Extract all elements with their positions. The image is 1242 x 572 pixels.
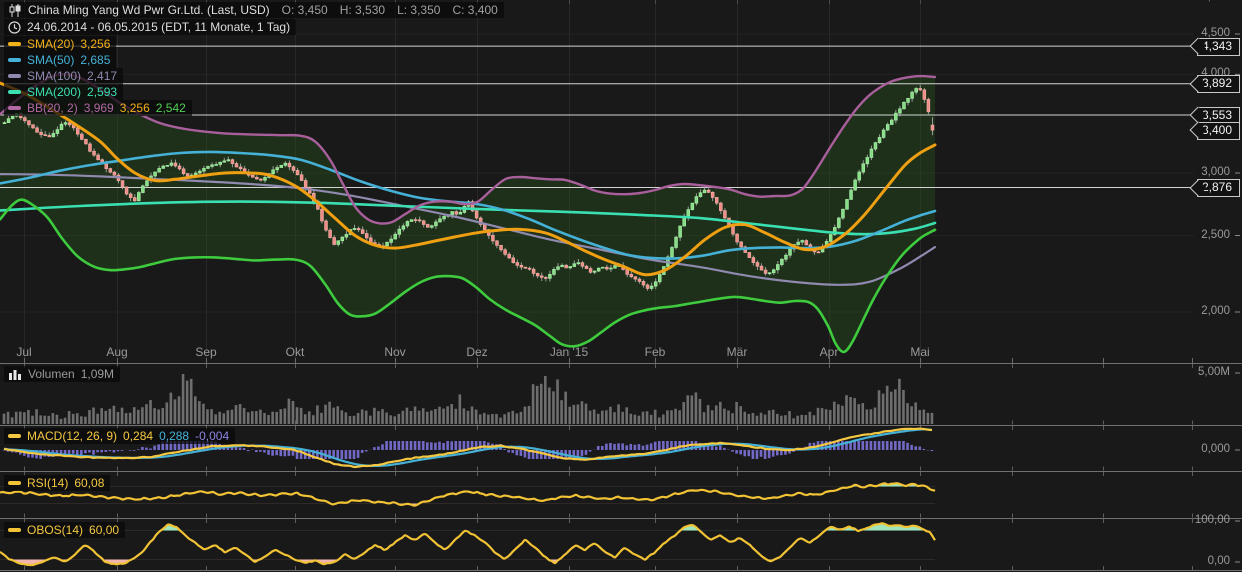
x-axis-label: Nov — [384, 345, 406, 359]
sma100-color-swatch — [8, 74, 21, 78]
x-axis-label: Feb — [644, 345, 666, 359]
bollinger-label: BB(20, 2) — [27, 101, 78, 115]
ohlc-open: O: 3,450 — [281, 3, 328, 17]
chart-canvas[interactable] — [0, 0, 1242, 572]
price-level-tag[interactable]: 3,892 — [1197, 75, 1241, 94]
x-axis-label: Jul — [16, 345, 32, 359]
volume-axis-label: 5,00M — [1198, 366, 1230, 378]
x-axis-label: Apr — [819, 345, 839, 359]
sma50-label: SMA(50) — [27, 53, 75, 67]
x-axis-label: Mai — [910, 345, 930, 359]
sma20-color-swatch — [8, 42, 21, 46]
y-axis-tick-label: 5,000 — [1146, 0, 1230, 3]
x-axis-label: Jan '15 — [549, 345, 589, 359]
macd-signal-value: 0,288 — [159, 429, 190, 443]
legend-rsi[interactable]: RSI(14) 60,08 — [4, 475, 111, 491]
rsi-value: 60,08 — [74, 476, 105, 490]
bollinger-upper-value: 3,969 — [83, 101, 114, 115]
price-level-tag[interactable]: 2,876 — [1197, 178, 1241, 197]
bollinger-middle-value: 3,256 — [119, 101, 150, 115]
sma50-value: 2,685 — [80, 53, 111, 67]
obos-axis-top-label: 100,00 — [1194, 514, 1230, 526]
ohlc-high: H: 3,530 — [339, 3, 386, 17]
volume-label: Volumen — [28, 367, 75, 381]
obos-color-swatch — [8, 528, 21, 532]
sma200-label: SMA(200) — [27, 85, 82, 99]
price-level-tag[interactable]: 4,343 — [1197, 37, 1241, 56]
sma20-value: 3,256 — [80, 37, 111, 51]
bollinger-color-swatch — [8, 106, 21, 110]
obos-value: 60,00 — [89, 523, 120, 537]
x-axis-label: Okt — [285, 345, 305, 359]
x-axis-label: Dez — [466, 345, 488, 359]
symbol-title: China Ming Yang Wd Pwr Gr.Ltd. (Last, US… — [28, 3, 270, 17]
sma200-value: 2,593 — [87, 85, 118, 99]
chart-window: China Ming Yang Wd Pwr Gr.Ltd. (Last, US… — [0, 0, 1242, 572]
date-range-bar: 24.06.2014 - 06.05.2015 (EDT, 11 Monate,… — [4, 19, 297, 35]
macd-hist-value: -0,004 — [195, 429, 230, 443]
legend-macd[interactable]: MACD(12, 26, 9) 0,284 0,288 -0,004 — [4, 428, 236, 444]
candlestick-chart-icon — [8, 3, 22, 17]
volume-bars-icon — [8, 368, 22, 380]
rsi-color-swatch — [8, 481, 21, 485]
macd-color-swatch — [8, 434, 21, 438]
legend-sma50[interactable]: SMA(50) 2,685 — [4, 52, 117, 68]
rsi-label: RSI(14) — [27, 476, 69, 490]
macd-label: MACD(12, 26, 9) — [27, 429, 118, 443]
volume-value: 1,09M — [80, 367, 115, 381]
sma100-value: 2,417 — [87, 69, 118, 83]
ohlc-close: C: 3,400 — [452, 3, 498, 17]
y-axis-tick-label: 2,000 — [1201, 305, 1230, 317]
y-axis-tick-label: 3,000 — [1201, 166, 1230, 178]
macd-axis-label: 0,000 — [1201, 443, 1230, 455]
sma20-label: SMA(20) — [27, 37, 75, 51]
ohlc-low: L: 3,350 — [397, 3, 441, 17]
obos-axis-bottom-label: 0,00 — [1207, 555, 1230, 567]
x-axis-label: Aug — [106, 345, 128, 359]
date-range-label: 24.06.2014 - 06.05.2015 (EDT, 11 Monate,… — [27, 20, 291, 34]
chart-title-bar: China Ming Yang Wd Pwr Gr.Ltd. (Last, US… — [4, 2, 504, 18]
legend-volume[interactable]: Volumen 1,09M — [4, 366, 121, 382]
clock-icon — [8, 20, 21, 34]
sma100-label: SMA(100) — [27, 69, 82, 83]
bollinger-lower-value: 2,542 — [155, 101, 186, 115]
last-price-tag: 3,400 — [1197, 121, 1241, 140]
sma50-color-swatch — [8, 58, 21, 62]
legend-obos[interactable]: OBOS(14) 60,00 — [4, 522, 126, 538]
obos-label: OBOS(14) — [27, 523, 84, 537]
x-axis-label: Mär — [726, 345, 748, 359]
macd-value: 0,284 — [123, 429, 154, 443]
legend-sma20[interactable]: SMA(20) 3,256 — [4, 36, 117, 52]
legend-bollinger[interactable]: BB(20, 2) 3,969 3,256 2,542 — [4, 100, 192, 116]
x-axis-label: Sep — [195, 345, 217, 359]
legend-sma100[interactable]: SMA(100) 2,417 — [4, 68, 124, 84]
sma200-color-swatch — [8, 90, 21, 94]
y-axis-tick-label: 2,500 — [1201, 228, 1230, 241]
legend-sma200[interactable]: SMA(200) 2,593 — [4, 84, 124, 100]
